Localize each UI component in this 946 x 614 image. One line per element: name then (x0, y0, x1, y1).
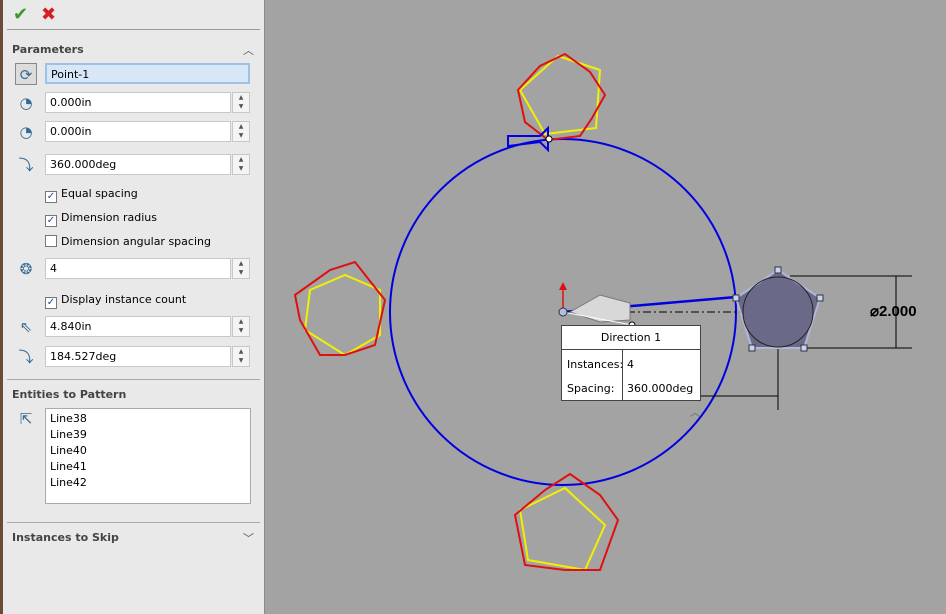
list-item[interactable]: Line40 (50, 443, 246, 459)
y-axis-arrow-head (559, 282, 567, 290)
x-icon[interactable]: ✖ (41, 4, 56, 25)
radius-spinner[interactable]: ▲ ▼ (232, 316, 250, 337)
callout-spacing-value[interactable]: 360.000deg (627, 382, 693, 395)
pattern-direction-arrow-icon[interactable] (568, 294, 631, 323)
ok-cancel-bar: ✔ ✖ (7, 0, 260, 30)
center-y-field[interactable]: 0.000in (45, 121, 231, 142)
property-manager: ✔ ✖ Parameters ︿ ⟳ Point-1 ◔ 0.000in ▲ ▼ … (0, 0, 265, 614)
chevron-up-icon[interactable]: ︿ (690, 408, 700, 419)
chevron-down-icon[interactable]: ﹀ (243, 530, 254, 546)
arc-handle[interactable] (545, 135, 553, 143)
dimension-angular-label: Dimension angular spacing (61, 235, 211, 248)
angle-icon[interactable]: ⤵ (15, 154, 37, 176)
direction-1-callout: Direction 1 Instances: Spacing: 4 360.00… (561, 325, 701, 401)
display-count-checkbox[interactable]: ✓ Display instance count (45, 293, 186, 309)
dimension-angular-checkbox[interactable]: Dimension angular spacing (45, 235, 211, 248)
center-point-field[interactable]: Point-1 (45, 63, 250, 84)
divider (7, 522, 260, 523)
center-y-spinner[interactable]: ▲ ▼ (232, 121, 250, 142)
entities-icon: ⇱ (19, 410, 33, 428)
preview-pentagon-left (303, 273, 381, 357)
angle-spinner[interactable]: ▲ ▼ (232, 154, 250, 175)
list-item[interactable]: Line42 (50, 475, 246, 491)
equal-spacing-label: Equal spacing (61, 187, 138, 200)
list-item[interactable]: Line39 (50, 427, 246, 443)
entities-title: Entities to Pattern (12, 388, 127, 401)
divider (7, 379, 260, 380)
skip-title: Instances to Skip (12, 531, 119, 544)
instances-field[interactable]: 4 (45, 258, 231, 279)
angle-field[interactable]: 360.000deg (45, 154, 231, 175)
center-y-icon: ◔ (19, 123, 33, 141)
graphics-area[interactable]: ︿ (266, 0, 946, 614)
radius-icon: ⇖ (19, 318, 33, 336)
center-x-field[interactable]: 0.000in (45, 92, 231, 113)
check-icon[interactable]: ✔ (13, 4, 28, 25)
center-point-icon[interactable]: ⟳ (15, 63, 37, 85)
display-count-label: Display instance count (61, 293, 187, 306)
instances-label: Instances: (567, 358, 624, 371)
center-x-spinner[interactable]: ▲ ▼ (232, 92, 250, 113)
entities-list[interactable]: Line38 Line39 Line40 Line41 Line42 (45, 408, 251, 504)
arc-angle-field[interactable]: 184.527deg (45, 346, 231, 367)
chevron-up-icon[interactable]: ︿ (243, 42, 254, 58)
instances-spinner[interactable]: ▲ ▼ (232, 258, 250, 279)
dimension-radius-checkbox[interactable]: ✓ Dimension radius (45, 211, 157, 227)
spacing-label: Spacing: (567, 382, 615, 395)
callout-title: Direction 1 (562, 326, 700, 350)
callout-values: 4 360.000deg (622, 350, 701, 401)
center-point[interactable] (558, 307, 568, 317)
dimension-radius-label: Dimension radius (61, 211, 157, 224)
arc-angle-spinner[interactable]: ▲ ▼ (232, 346, 250, 367)
callout-instances-value[interactable]: 4 (627, 358, 634, 371)
arc-angle-icon: ⤵ (18, 348, 34, 366)
diameter-dimension[interactable]: ⌀2.000 (870, 302, 917, 320)
list-item[interactable]: Line41 (50, 459, 246, 475)
equal-spacing-checkbox[interactable]: ✓ Equal spacing (45, 187, 138, 203)
instances-icon: ❂ (19, 260, 33, 278)
parameters-title: Parameters (12, 43, 84, 56)
center-x-icon: ◔ (19, 94, 33, 112)
list-item[interactable]: Line38 (50, 411, 246, 427)
radius-field[interactable]: 4.840in (45, 316, 231, 337)
seed-pentagon[interactable] (734, 268, 822, 349)
